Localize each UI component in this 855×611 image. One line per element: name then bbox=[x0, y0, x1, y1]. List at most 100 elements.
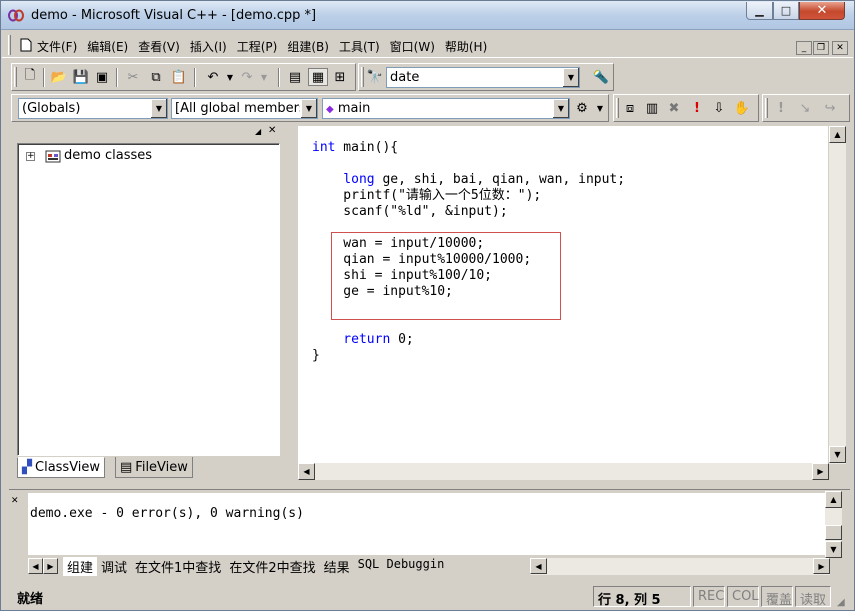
close-button[interactable]: ✕ bbox=[799, 2, 845, 20]
go-icon[interactable]: ⇩ bbox=[709, 99, 729, 117]
workspace-icon[interactable]: ▤ bbox=[285, 68, 305, 86]
find-in-files-icon[interactable]: 🔭 bbox=[365, 68, 385, 86]
scroll-left-icon[interactable]: ◀ bbox=[298, 463, 315, 480]
scroll-right-icon[interactable]: ▶ bbox=[813, 558, 830, 574]
execute-icon[interactable]: ! bbox=[687, 99, 707, 117]
code-text: scanf("%ld", &input); bbox=[312, 204, 508, 219]
toolbar-grip[interactable] bbox=[765, 98, 768, 118]
find-toolbar: 🔭 date ▼ 🔦 bbox=[358, 63, 614, 91]
code-text: main(){ bbox=[335, 140, 399, 155]
open-folder-icon[interactable]: 📂 bbox=[49, 68, 69, 86]
toolbar-grip[interactable] bbox=[361, 67, 364, 87]
save-icon[interactable]: 💾 bbox=[71, 68, 91, 86]
scroll-thumb[interactable] bbox=[825, 525, 842, 540]
menu-build[interactable]: 组建(B) bbox=[282, 38, 334, 55]
classview-icon: ▞ bbox=[22, 460, 32, 475]
wizard-dropdown-icon[interactable]: ▼ bbox=[590, 99, 610, 117]
menu-project[interactable]: 工程(P) bbox=[232, 38, 283, 55]
scroll-right-icon[interactable]: ▶ bbox=[812, 463, 829, 480]
tab-classview[interactable]: ▞ ClassView bbox=[17, 457, 106, 478]
scroll-up-icon[interactable]: ▲ bbox=[829, 126, 846, 143]
resize-grip-icon[interactable]: ◢ bbox=[837, 597, 845, 608]
code-line: ge = input%10; bbox=[312, 284, 453, 300]
scroll-down-icon[interactable]: ▼ bbox=[825, 541, 842, 558]
output-window-icon[interactable]: ▦ bbox=[308, 68, 328, 86]
chevron-down-icon[interactable]: ▼ bbox=[300, 99, 317, 118]
breakpoint-hand-icon[interactable]: ✋ bbox=[732, 99, 752, 117]
chevron-down-icon[interactable]: ▼ bbox=[150, 99, 167, 118]
tab-fileview[interactable]: ▤ FileView bbox=[115, 457, 193, 478]
menu-edit[interactable]: 编辑(E) bbox=[82, 38, 133, 55]
output-tab-nav: ◀ ▶ bbox=[28, 558, 58, 575]
toolbar-grip[interactable] bbox=[14, 67, 17, 87]
compile-icon[interactable]: ⧈ bbox=[620, 99, 640, 117]
tab-sql-debugging[interactable]: SQL Debuggin bbox=[354, 557, 449, 576]
output-pane[interactable]: demo.exe - 0 error(s), 0 warning(s) bbox=[28, 493, 825, 555]
redo-dropdown-icon[interactable]: ▼ bbox=[254, 68, 274, 86]
code-editor[interactable]: int main(){ long ge, shi, bai, qian, wan… bbox=[298, 126, 828, 464]
tree-root-label[interactable]: demo classes bbox=[64, 148, 152, 163]
code-text: shi = input%100/10; bbox=[312, 268, 493, 283]
output-hscrollbar[interactable]: ◀ ▶ bbox=[530, 558, 830, 575]
debug-execute-icon[interactable]: ! bbox=[771, 99, 791, 117]
find-combo[interactable]: date ▼ bbox=[386, 67, 580, 88]
toolbar-grip[interactable] bbox=[616, 98, 619, 118]
menu-insert[interactable]: 插入(I) bbox=[185, 38, 232, 55]
status-read: 读取 bbox=[795, 586, 831, 608]
step-into-icon[interactable]: ↘ bbox=[795, 99, 815, 117]
save-all-icon[interactable]: ▣ bbox=[92, 68, 112, 86]
class-tree[interactable]: + demo classes bbox=[17, 143, 280, 456]
mdi-minimize-button[interactable]: _ bbox=[796, 41, 812, 55]
step-over-icon[interactable]: ↪ bbox=[820, 99, 840, 117]
pane-close-icon[interactable]: ✕ bbox=[268, 125, 280, 137]
output-vscrollbar[interactable]: ▲ ▼ bbox=[825, 491, 842, 558]
tab-debug[interactable]: 调试 bbox=[97, 557, 131, 576]
build-icon[interactable]: ▥ bbox=[642, 99, 662, 117]
minimize-button[interactable]: ▁ bbox=[746, 2, 773, 20]
chevron-down-icon[interactable]: ▼ bbox=[562, 68, 579, 87]
pane-float-icon[interactable]: ◢ bbox=[255, 127, 265, 137]
wizard-action-icon[interactable]: ⚙ bbox=[572, 99, 592, 117]
app-window: demo - Microsoft Visual C++ - [demo.cpp … bbox=[0, 0, 855, 611]
maximize-button[interactable]: □ bbox=[773, 2, 799, 20]
paste-icon[interactable]: 📋 bbox=[169, 68, 189, 86]
menu-view[interactable]: 查看(V) bbox=[133, 38, 185, 55]
code-text: 0; bbox=[390, 332, 414, 347]
scroll-down-icon[interactable]: ▼ bbox=[829, 446, 846, 463]
stop-build-icon[interactable]: ✖ bbox=[664, 99, 684, 117]
tab-find1[interactable]: 在文件1中查找 bbox=[131, 557, 225, 576]
function-combo[interactable]: ◆ main ▼ bbox=[322, 98, 570, 119]
copy-icon[interactable]: ⧉ bbox=[146, 68, 166, 86]
scroll-left-icon[interactable]: ◀ bbox=[530, 558, 547, 574]
globals-combo[interactable]: (Globals) ▼ bbox=[18, 98, 168, 119]
editor-hscrollbar[interactable]: ◀ ▶ bbox=[298, 463, 829, 480]
new-file-icon[interactable]: 🗋 bbox=[20, 68, 40, 86]
tab-build[interactable]: 组建 bbox=[63, 557, 98, 576]
find-icon[interactable]: 🔦 bbox=[591, 68, 611, 86]
menu-window[interactable]: 窗口(W) bbox=[385, 38, 440, 55]
menubar-grip[interactable] bbox=[8, 35, 11, 55]
scroll-up-icon[interactable]: ▲ bbox=[825, 491, 842, 508]
mdi-restore-button[interactable]: ❐ bbox=[813, 41, 829, 55]
menu-tools[interactable]: 工具(T) bbox=[334, 38, 385, 55]
status-position: 行 8, 列 5 bbox=[593, 586, 691, 608]
tab-find2[interactable]: 在文件2中查找 bbox=[225, 557, 319, 576]
menu-help[interactable]: 帮助(H) bbox=[440, 38, 492, 55]
editor-vscrollbar[interactable]: ▲ ▼ bbox=[829, 126, 846, 464]
window-list-icon[interactable]: ⊞ bbox=[330, 68, 350, 86]
menu-file[interactable]: 文件(F) bbox=[22, 38, 82, 55]
code-keyword: int bbox=[312, 140, 336, 155]
tab-scroll-right-icon[interactable]: ▶ bbox=[43, 558, 58, 574]
cut-icon[interactable]: ✂ bbox=[123, 68, 143, 86]
tab-scroll-left-icon[interactable]: ◀ bbox=[28, 558, 43, 574]
output-close-icon[interactable]: ✕ bbox=[11, 496, 19, 506]
status-ready: 就绪 bbox=[17, 592, 44, 607]
tab-classview-label: ClassView bbox=[35, 460, 101, 475]
chevron-down-icon[interactable]: ▼ bbox=[552, 99, 569, 118]
code-line: qian = input%10000/1000; bbox=[312, 252, 531, 268]
tab-results[interactable]: 结果 bbox=[320, 557, 354, 576]
mdi-close-button[interactable]: ✕ bbox=[832, 41, 848, 55]
expand-icon[interactable]: + bbox=[26, 152, 35, 161]
members-combo[interactable]: [All global members ▼ bbox=[171, 98, 318, 119]
code-line: shi = input%100/10; bbox=[312, 268, 492, 284]
